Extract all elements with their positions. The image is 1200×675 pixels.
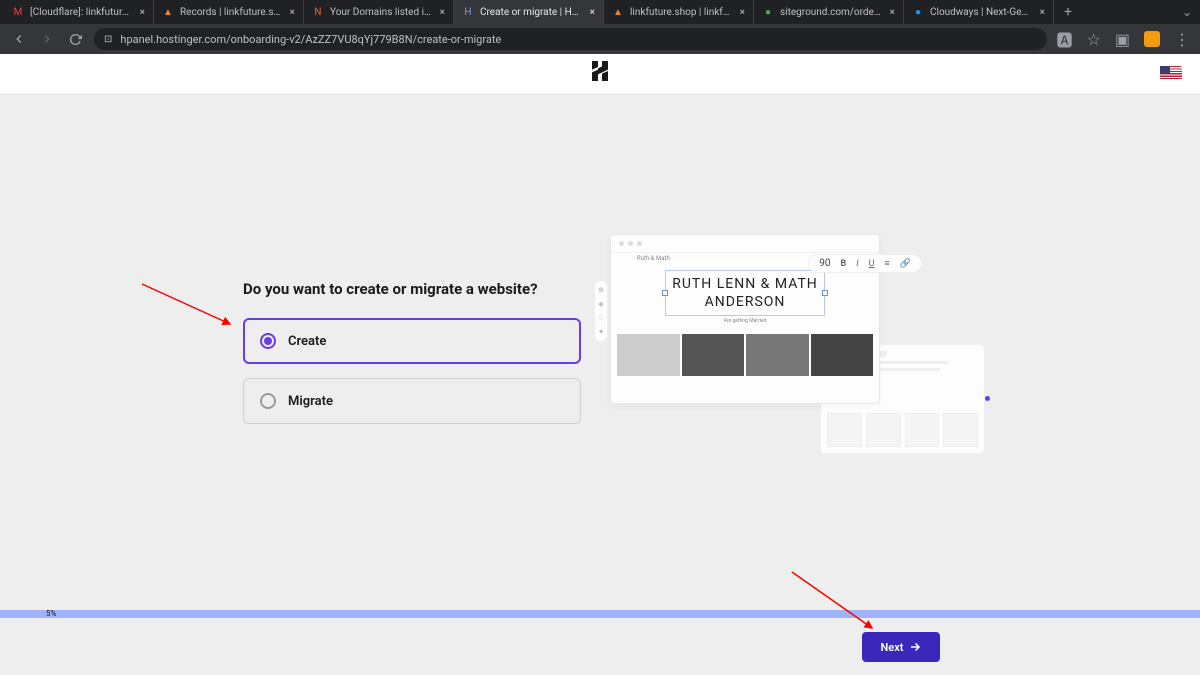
namecheap-icon: N [312, 6, 324, 18]
tab-title: linkfuture.shop | linkfuture.sh [630, 7, 734, 18]
address-bar: ⊡ hpanel.hostinger.com/onboarding-v2/AzZ… [0, 24, 1200, 54]
onboarding-content: Do you want to create or migrate a websi… [0, 94, 1200, 675]
link-icon[interactable]: 🔗 [900, 259, 911, 269]
option-label: Create [288, 334, 326, 349]
radio-icon [260, 393, 276, 409]
extension-icon[interactable] [1144, 31, 1160, 47]
cloudways-icon: ● [912, 6, 924, 18]
tab-title: Cloudways | Next-Gen Cloud [930, 7, 1034, 18]
translate-icon[interactable]: 🅰 [1057, 27, 1073, 51]
bookmark-icon[interactable]: ☆ [1087, 30, 1101, 49]
window-dots [611, 235, 879, 253]
browser-tab-strip: M [Cloudflare]: linkfuture.shop × ▲ Reco… [0, 0, 1200, 24]
tab-3-active[interactable]: H Create or migrate | Hostinger × [454, 0, 604, 24]
close-icon[interactable]: × [1040, 7, 1045, 18]
tab-6[interactable]: ● Cloudways | Next-Gen Cloud × [904, 0, 1054, 24]
cloudflare-icon: ▲ [612, 6, 624, 18]
tab-title: Your Domains listed in one pl [330, 7, 434, 18]
hostinger-logo[interactable] [592, 61, 608, 86]
url-input[interactable]: ⊡ hpanel.hostinger.com/onboarding-v2/AzZ… [94, 28, 1047, 50]
add-icon[interactable]: ⊕ [598, 286, 604, 294]
tab-title: [Cloudflare]: linkfuture.shop [30, 7, 134, 18]
panel-icon[interactable]: ▣ [1115, 30, 1130, 49]
close-icon[interactable]: × [740, 7, 745, 18]
option-migrate[interactable]: Migrate [243, 378, 581, 424]
tab-1[interactable]: ▲ Records | linkfuture.shop | M × [154, 0, 304, 24]
url-text: hpanel.hostinger.com/onboarding-v2/AzZZ7… [120, 33, 501, 46]
hostinger-icon: H [462, 6, 474, 18]
carousel-dot [985, 396, 990, 401]
back-button[interactable] [10, 30, 28, 48]
cloudflare-icon: ▲ [162, 6, 174, 18]
close-icon[interactable]: × [890, 7, 895, 18]
tab-title: siteground.com/order-verific [780, 7, 884, 18]
new-tab-button[interactable]: + [1054, 0, 1082, 24]
onboarding-progress-bar: 5% [0, 610, 1200, 618]
arrow-right-icon [909, 641, 921, 653]
next-label: Next [881, 641, 904, 654]
tab-title: Create or migrate | Hostinger [480, 7, 584, 18]
close-icon[interactable]: × [290, 7, 295, 18]
tab-title: Records | linkfuture.shop | M [180, 7, 284, 18]
preview-headline-1: RUTH LENN & MATH [672, 275, 818, 293]
next-button[interactable]: Next [862, 632, 940, 662]
font-size-value[interactable]: 90 [819, 258, 830, 269]
underline-icon[interactable]: U [869, 259, 875, 269]
progress-percent: 5% [46, 609, 56, 618]
bold-icon[interactable]: B [841, 259, 847, 269]
close-icon[interactable]: × [440, 7, 445, 18]
close-icon[interactable]: × [140, 7, 145, 18]
italic-icon[interactable]: I [856, 259, 858, 269]
onboarding-question: Do you want to create or migrate a websi… [243, 280, 581, 298]
style-icon[interactable]: ♢ [598, 314, 604, 322]
tab-2[interactable]: N Your Domains listed in one pl × [304, 0, 454, 24]
list-icon[interactable]: ≡ [885, 258, 890, 269]
siteground-icon: ● [762, 6, 774, 18]
preview-headline-2: ANDERSON [672, 293, 818, 311]
language-flag-us[interactable] [1160, 66, 1182, 81]
window-controls: ⌄ [1182, 0, 1200, 24]
reload-button[interactable] [66, 30, 84, 48]
radio-icon [260, 333, 276, 349]
builder-preview-illustration: 90 B I U ≡ 🔗 Ruth & Math RUTH LENN & MAT… [610, 234, 930, 459]
forward-button[interactable] [38, 30, 56, 48]
menu-icon[interactable]: ⋮ [1174, 30, 1190, 49]
layers-icon[interactable]: ◈ [598, 300, 603, 308]
page-header [0, 54, 1200, 94]
option-label: Migrate [288, 394, 333, 409]
chevron-down-icon[interactable]: ⌄ [1182, 5, 1192, 19]
editor-toolbar: 90 B I U ≡ 🔗 [808, 254, 922, 273]
preview-headline-box: RUTH LENN & MATH ANDERSON [665, 270, 825, 316]
site-info-icon[interactable]: ⊡ [104, 34, 112, 45]
close-icon[interactable]: × [590, 7, 595, 18]
editor-side-tools: ⊕ ◈ ♢ ✦ [594, 280, 608, 342]
tab-4[interactable]: ▲ linkfuture.shop | linkfuture.sh × [604, 0, 754, 24]
gmail-icon: M [12, 6, 24, 18]
preview-photos [611, 334, 879, 376]
tab-0[interactable]: M [Cloudflare]: linkfuture.shop × [4, 0, 154, 24]
tab-5[interactable]: ● siteground.com/order-verific × [754, 0, 904, 24]
option-create[interactable]: Create [243, 318, 581, 364]
preview-subhead: Are getting Married [611, 318, 879, 324]
ai-icon[interactable]: ✦ [598, 328, 604, 336]
